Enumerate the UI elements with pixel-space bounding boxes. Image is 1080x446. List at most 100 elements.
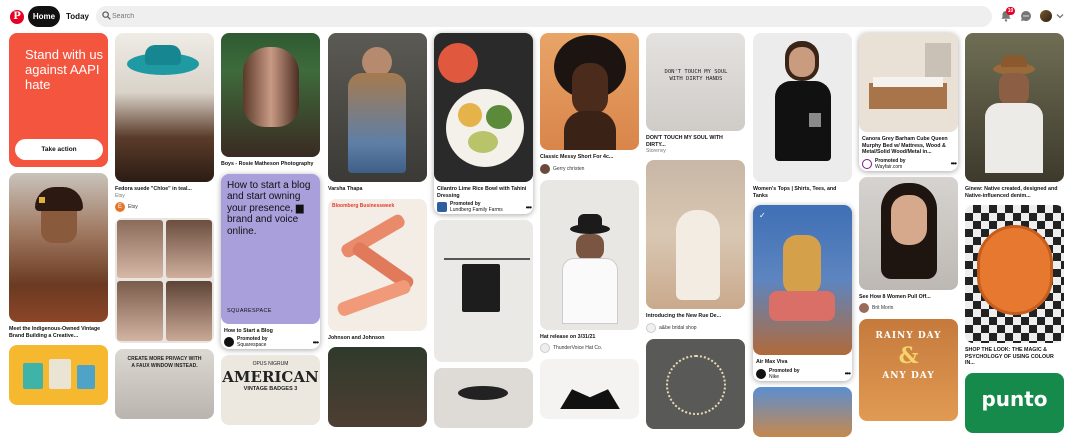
pin-card[interactable]: ✓ Air Max Viva Promoted by Nike ••• — [753, 205, 852, 381]
pin-card[interactable] — [434, 368, 533, 429]
pin-overlay-text: OPUS NIGRUM — [252, 361, 289, 368]
pin-card[interactable]: Ginew: Native created, designed and Nati… — [965, 33, 1064, 199]
user-name[interactable]: ThunderVoice Hat Co. — [553, 345, 602, 351]
pin-card[interactable]: Fedora suede "Chloe" in teal... Etsy E E… — [115, 33, 214, 212]
user-avatar[interactable] — [862, 158, 872, 169]
user-avatar[interactable] — [437, 202, 447, 213]
user-avatar[interactable] — [224, 337, 234, 348]
pin-card[interactable]: SHOP THE LOOK: THE MAGIC & PSYCHOLOGY OF… — [965, 205, 1064, 367]
pinterest-logo-icon[interactable]: P — [10, 10, 24, 24]
pin-card[interactable]: Canora Grey Barham Cube Queen Murphy Bed… — [859, 33, 958, 171]
pin-overlay-text: punto — [981, 386, 1048, 411]
today-tab[interactable]: Today — [66, 6, 89, 27]
chat-icon[interactable] — [1020, 10, 1032, 22]
user-name[interactable]: Etsy — [128, 204, 138, 210]
hat-text: DON'T TOUCH MY SOUL WITH DIRTY HANDS — [664, 69, 728, 82]
pin-image: DON'T TOUCH MY SOUL WITH DIRTY HANDS — [646, 33, 745, 131]
more-icon[interactable]: ••• — [313, 338, 319, 347]
arm-shape — [444, 258, 530, 261]
mattress-shape — [873, 77, 943, 87]
search-input[interactable] — [112, 6, 982, 27]
take-action-button[interactable]: Take action — [15, 139, 103, 160]
pin-card[interactable]: punto — [965, 372, 1064, 433]
pin-image — [646, 338, 745, 429]
user-avatar[interactable]: E — [115, 201, 125, 212]
pin-title: Introducing the New Rue De... — [646, 313, 722, 320]
pin-card[interactable]: Varsha Thapa — [328, 33, 427, 193]
pin-card[interactable] — [540, 359, 639, 420]
pin-title: DON'T TOUCH MY SOUL WITH DIRTY... — [646, 135, 723, 148]
more-icon[interactable]: ••• — [845, 369, 851, 378]
more-icon[interactable]: ••• — [526, 203, 532, 212]
pin-column-10: Ginew: Native created, designed and Nati… — [965, 33, 1064, 439]
pin-title: Meet the Indigenous-Owned Vintage Brand … — [9, 326, 101, 339]
brand-label: Bloomberg Businessweek — [332, 202, 395, 209]
pin-card[interactable]: Hat release on 3/31/21 ThunderVoice Hat … — [540, 179, 639, 354]
search-icon — [102, 11, 111, 20]
profile-avatar[interactable] — [1040, 10, 1052, 22]
pin-image — [434, 220, 533, 363]
chevron-down-icon[interactable] — [1056, 12, 1064, 20]
ad-headline: How to start a blog and start owning you… — [227, 179, 311, 237]
person-shape — [783, 235, 821, 296]
user-name[interactable]: a&be bridal shop — [659, 325, 697, 331]
pin-card[interactable]: Cilantro Lime Rice Bowl with Tahini Dres… — [434, 33, 533, 214]
pin-image — [434, 33, 533, 182]
user-avatar[interactable] — [540, 163, 550, 174]
shirt-shape — [562, 257, 618, 324]
hat-shape — [458, 386, 508, 401]
user-avatar[interactable] — [646, 322, 656, 333]
pin-column-5: Cilantro Lime Rice Bowl with Tahini Dres… — [434, 33, 533, 434]
pin-attribution: Promoted by Nike ••• — [753, 368, 852, 380]
pin-card[interactable]: Bloomberg Businessweek Johnson and Johns… — [328, 198, 427, 342]
pin-card[interactable]: DON'T TOUCH MY SOUL WITH DIRTY HANDS DON… — [646, 33, 745, 154]
pin-title: Air Max Viva — [756, 359, 788, 366]
pin-title: Canora Grey Barham Cube Queen Murphy Bed… — [862, 136, 948, 156]
pin-card[interactable]: Women's Tops | Shirts, Tees, and Tanks — [753, 33, 852, 199]
portrait-tile — [117, 219, 163, 278]
pin-card[interactable]: Introducing the New Rue De... a&be brida… — [646, 160, 745, 333]
pin-card[interactable]: Boys - Rosie Matheson Photography — [221, 33, 320, 168]
home-tab[interactable]: Home — [28, 6, 60, 27]
search-bar[interactable] — [96, 6, 992, 27]
pin-card[interactable]: How to start a blog and start owning you… — [221, 173, 320, 350]
pin-card[interactable] — [434, 220, 533, 363]
pin-overlay-text: RAINY DAY — [875, 331, 942, 342]
pin-card[interactable] — [646, 338, 745, 429]
user-avatar[interactable] — [540, 343, 550, 354]
pin-column-9: Canora Grey Barham Cube Queen Murphy Bed… — [859, 33, 958, 427]
pin-source: Etsy — [115, 192, 125, 199]
user-name[interactable]: Brit Morin — [872, 305, 893, 311]
pin-card[interactable]: OPUS NIGRUM AMERICAN VINTAGE BADGES 3 — [221, 355, 320, 426]
hat-crown — [578, 213, 602, 228]
portrait-tile — [166, 280, 212, 341]
pin-image: RAINY DAY & ANY DAY — [859, 319, 958, 422]
pin-image — [646, 160, 745, 310]
pin-card[interactable] — [753, 386, 852, 437]
user-avatar[interactable] — [859, 303, 869, 314]
promo-text: Stand with us against AAPI hate — [25, 47, 104, 92]
pin-card[interactable] — [328, 347, 427, 428]
pin-title: Cilantro Lime Rice Bowl with Tahini Dres… — [437, 186, 527, 199]
portrait-tile — [117, 280, 163, 341]
pin-card[interactable]: Meet the Indigenous-Owned Vintage Brand … — [9, 173, 108, 339]
pin-image — [9, 173, 108, 322]
user-avatar[interactable] — [756, 368, 766, 379]
pin-card[interactable]: Classic Messy Short For 4c... Gerry chri… — [540, 33, 639, 174]
food-shape — [486, 105, 512, 129]
pin-card[interactable]: RAINY DAY & ANY DAY — [859, 319, 958, 422]
more-icon[interactable]: ••• — [951, 159, 957, 168]
pin-card[interactable] — [9, 345, 108, 406]
food-shape — [458, 103, 482, 127]
user-name[interactable]: Gerry christen — [553, 166, 584, 172]
pin-attribution: a&be bridal shop — [646, 322, 745, 333]
pin-card[interactable]: Stand with us against AAPI hate Take act… — [9, 33, 108, 167]
bowl-shape — [446, 89, 524, 167]
pin-image — [540, 33, 639, 150]
pin-image — [9, 345, 108, 406]
pin-card[interactable]: See How 8 Women Pull Off... Brit Morin — [859, 176, 958, 314]
pin-card[interactable]: CREATE MORE PRIVACY WITH A FAUX WINDOW I… — [115, 348, 214, 419]
food-shape — [438, 43, 478, 83]
necklace-shape — [666, 354, 726, 415]
pin-card[interactable] — [115, 217, 214, 343]
